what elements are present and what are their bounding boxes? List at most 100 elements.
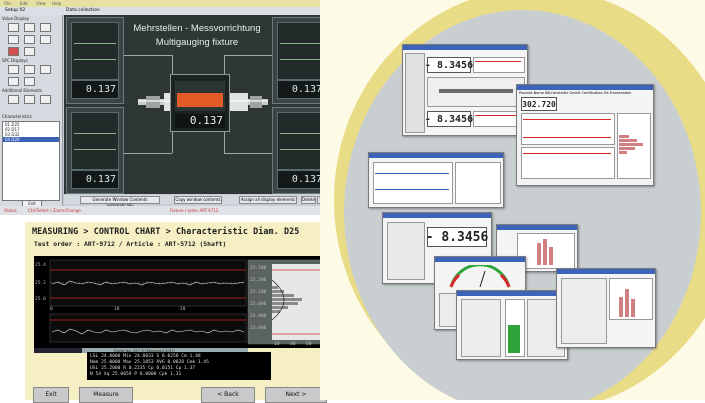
copy-contents-button[interactable]: Copy window contents bbox=[174, 196, 222, 204]
distribution-window[interactable] bbox=[556, 268, 656, 348]
y-tick: 25.0 bbox=[35, 297, 46, 302]
tab-setup[interactable]: Setup 02 bbox=[5, 7, 25, 15]
run-chart-window[interactable] bbox=[368, 152, 504, 208]
value-display-tool[interactable] bbox=[8, 35, 19, 44]
analog-meter bbox=[449, 265, 511, 288]
run-chart bbox=[373, 162, 453, 204]
value-display-tool[interactable] bbox=[24, 35, 35, 44]
bar-gauge-window[interactable] bbox=[456, 290, 568, 360]
limit-line bbox=[523, 153, 611, 154]
center-display[interactable]: 0.137 bbox=[170, 74, 230, 132]
toolbox-panel: Value Display SPC Displays Additional El… bbox=[0, 15, 63, 208]
limit-line bbox=[523, 137, 611, 138]
histogram-bar bbox=[619, 139, 637, 142]
tab-data-collection[interactable]: Data collection bbox=[66, 7, 100, 15]
y-tick: 25.2 bbox=[35, 281, 46, 286]
menu-item[interactable]: Help bbox=[52, 1, 61, 6]
value-display-tool[interactable] bbox=[40, 23, 51, 32]
digital-display: - 8.3456 bbox=[426, 227, 488, 247]
value-display-tool[interactable] bbox=[8, 23, 19, 32]
additional-element-tool[interactable] bbox=[8, 95, 19, 104]
mini-chart bbox=[473, 57, 525, 73]
window-titlebar bbox=[517, 85, 653, 90]
spc-display-tool[interactable] bbox=[24, 65, 35, 74]
histogram-bar bbox=[619, 297, 623, 317]
spc-display-tool[interactable] bbox=[24, 77, 35, 86]
measure-button[interactable]: Measure bbox=[79, 387, 133, 403]
digital-display: - 8.3456 bbox=[425, 111, 473, 127]
window-titlebar bbox=[435, 257, 525, 262]
back-button[interactable]: < Back bbox=[201, 387, 255, 403]
delete-button[interactable]: Delete bbox=[301, 196, 316, 204]
gauge-panel[interactable]: 0.137 bbox=[66, 17, 124, 104]
connector-line bbox=[122, 153, 172, 154]
hist-y-tick: 25.500 bbox=[250, 266, 267, 271]
spc-window[interactable]: Produkt-Name BB-Hersteller GmbH Certific… bbox=[516, 84, 654, 186]
gauge-value: 0.137 bbox=[71, 80, 119, 99]
window-titlebar bbox=[457, 291, 567, 296]
canvas-button-strip: Generate Window Contents automatically C… bbox=[64, 195, 333, 208]
additional-element-tool[interactable] bbox=[40, 95, 51, 104]
gauge-chart bbox=[277, 112, 325, 170]
status-bar: Status Ctrl/Select / Zoom/Change Fixture… bbox=[0, 206, 333, 215]
spc-display-tool[interactable] bbox=[8, 77, 19, 86]
toolbar bbox=[405, 53, 425, 133]
run-chart-side bbox=[455, 162, 501, 204]
status-text: Fixture / order ART-9712 bbox=[170, 208, 219, 213]
additional-element-tool[interactable] bbox=[24, 95, 35, 104]
screenshot-collage-backdrop: - 8.3456 - 8.3456 Produkt-Name BB-Herste… bbox=[320, 0, 705, 400]
form-panel bbox=[561, 278, 607, 344]
assign-elements-button[interactable]: Assign all display elements bbox=[239, 196, 297, 204]
window-title-bar-text: Produkt-Name BB-Hersteller GmbH Certific… bbox=[519, 91, 632, 95]
menu-item[interactable]: Edit bbox=[20, 1, 28, 6]
connector-line bbox=[224, 55, 274, 56]
connector-line bbox=[224, 153, 274, 154]
limit-line bbox=[280, 43, 322, 44]
hist-x-tick: 50 bbox=[306, 342, 312, 347]
limit-line bbox=[280, 59, 322, 60]
scroll-thumb[interactable] bbox=[34, 348, 82, 353]
section-label-value-display: Value Display bbox=[2, 16, 29, 21]
histogram-bar bbox=[619, 135, 629, 138]
gauge-window[interactable]: - 8.3456 - 8.3456 bbox=[402, 44, 528, 136]
next-button[interactable]: Next > bbox=[265, 387, 327, 403]
limit-line bbox=[74, 133, 116, 134]
histogram-bar bbox=[543, 239, 547, 265]
gauge-panel[interactable]: 0.137 bbox=[66, 107, 124, 194]
control-chart-subtitle: Test order : ART-9712 / Article : ART-57… bbox=[34, 240, 227, 248]
hist-y-tick: 25.100 bbox=[250, 290, 267, 295]
value-display-tool[interactable] bbox=[8, 47, 19, 56]
control-chart-panel: MEASURING > CONTROL CHART > Characterist… bbox=[25, 222, 333, 403]
control-chart-svg bbox=[49, 259, 329, 345]
spc-display-tool[interactable] bbox=[8, 65, 19, 74]
histogram-bar bbox=[619, 147, 635, 150]
spc-display-tool[interactable] bbox=[40, 65, 51, 74]
stats-row: N 54 Xq 25.0059 P 0.0000 Cpk 1.31 bbox=[90, 372, 182, 377]
hist-y-tick: 24.800 bbox=[250, 326, 267, 331]
limit-line bbox=[74, 149, 116, 150]
bar-gauge-fill bbox=[508, 325, 520, 353]
stats-row: USL 25.2000 R 0.2235 Cp 0.0151 Cp 1.37 bbox=[90, 366, 196, 371]
control-chart-area[interactable]: 25.4 25.2 25.0 0 10 20 25.500 25.200 25.… bbox=[34, 256, 332, 348]
list-item[interactable]: 04 D20 bbox=[3, 137, 59, 142]
fixture-config-window: File Edit View Help Setup 02 Data collec… bbox=[0, 0, 334, 215]
form-panel bbox=[387, 222, 425, 280]
limit-line bbox=[280, 133, 322, 134]
window-titlebar bbox=[383, 213, 491, 218]
x-tick: 10 bbox=[114, 307, 120, 312]
center-value: 0.137 bbox=[175, 114, 225, 128]
generate-contents-button[interactable]: Generate Window Contents automatically bbox=[80, 196, 160, 208]
menu-item[interactable]: View bbox=[36, 1, 46, 6]
hist-x-tick: 10 bbox=[274, 342, 280, 347]
value-display-tool[interactable] bbox=[40, 35, 51, 44]
histogram-bar bbox=[619, 143, 643, 146]
series-line bbox=[375, 173, 449, 174]
menu-item[interactable]: File bbox=[4, 1, 11, 6]
characteristics-list[interactable]: 01 D25 02 D17 03 D32 04 D20 bbox=[2, 121, 60, 201]
histogram-bar bbox=[549, 247, 553, 265]
exit-button[interactable]: Exit bbox=[33, 387, 69, 403]
value-display-tool[interactable] bbox=[24, 47, 35, 56]
window-titlebar bbox=[497, 225, 577, 230]
limit-line bbox=[475, 115, 521, 116]
value-display-tool[interactable] bbox=[24, 23, 35, 32]
